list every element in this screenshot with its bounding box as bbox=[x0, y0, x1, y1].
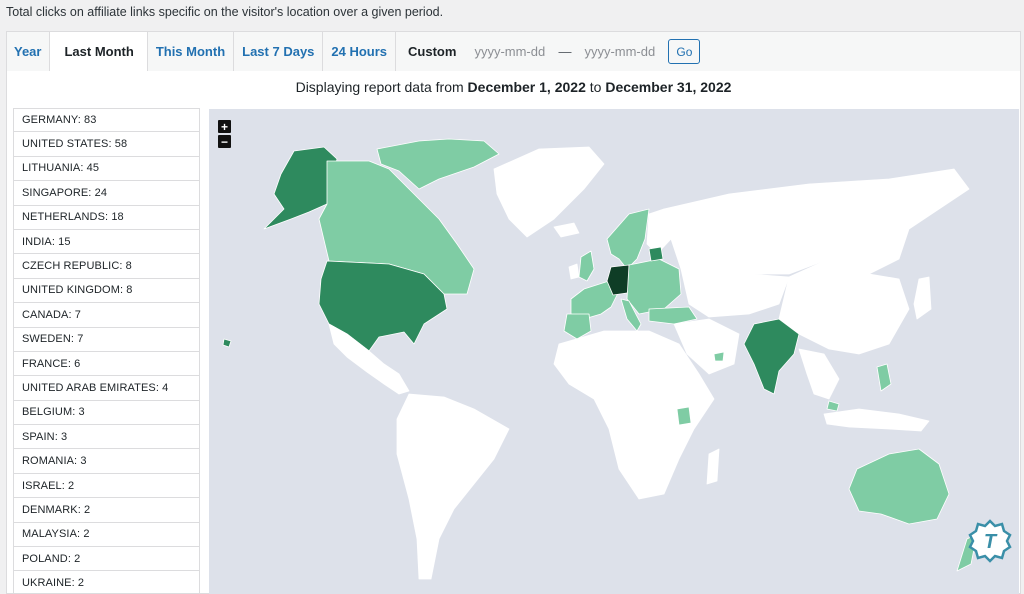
southeast-asia-shape bbox=[798, 348, 840, 400]
report-range-text: Displaying report data from December 1, … bbox=[7, 79, 1020, 95]
japan-shape bbox=[913, 276, 932, 320]
zoom-out-button[interactable]: − bbox=[218, 135, 231, 148]
tab-year[interactable]: Year bbox=[6, 31, 50, 72]
central-asia-shape bbox=[680, 268, 790, 318]
malaysia-shape bbox=[826, 400, 840, 412]
spain-shape bbox=[563, 313, 592, 340]
list-item: GERMANY: 83 bbox=[13, 108, 200, 133]
period-tabs: Year Last Month This Month Last 7 Days 2… bbox=[6, 31, 1021, 72]
list-item: UNITED STATES: 58 bbox=[13, 132, 200, 157]
report-prefix: Displaying report data from bbox=[295, 79, 464, 95]
start-date-input[interactable]: yyyy-mm-dd bbox=[474, 44, 558, 59]
custom-range: yyyy-mm-dd — yyyy-mm-dd Go bbox=[470, 31, 1021, 72]
list-item: BELGIUM: 3 bbox=[13, 400, 200, 426]
list-item: ROMANIA: 3 bbox=[13, 449, 200, 474]
world-map-svg bbox=[222, 138, 978, 580]
date-separator: — bbox=[558, 44, 572, 59]
go-button[interactable]: Go bbox=[668, 39, 701, 64]
report-start-date: December 1, 2022 bbox=[467, 79, 586, 95]
australia-shape bbox=[848, 448, 950, 525]
report-middle: to bbox=[589, 79, 602, 95]
list-item: UNITED ARAB EMIRATES: 4 bbox=[13, 376, 200, 401]
scandinavia-shape bbox=[606, 208, 650, 270]
list-item: SWEDEN: 7 bbox=[13, 327, 200, 352]
greenland-shape bbox=[493, 146, 605, 238]
end-date-input[interactable]: yyyy-mm-dd bbox=[584, 44, 668, 59]
report-end-date: December 31, 2022 bbox=[605, 79, 732, 95]
ireland-shape bbox=[568, 263, 580, 280]
tab-last-month[interactable]: Last Month bbox=[49, 31, 147, 72]
philippines-shape bbox=[876, 363, 892, 392]
south-america-shape bbox=[396, 393, 510, 580]
zoom-in-button[interactable]: + bbox=[218, 120, 231, 133]
world-map[interactable]: + − T bbox=[209, 109, 1019, 594]
list-item: UNITED KINGDOM: 8 bbox=[13, 278, 200, 304]
list-item: SPAIN: 3 bbox=[13, 425, 200, 450]
brand-logo-icon: T bbox=[968, 519, 1012, 563]
eastern-europe-shape bbox=[626, 258, 682, 315]
report-panel: Displaying report data from December 1, … bbox=[6, 71, 1021, 594]
list-item: LITHUANIA: 45 bbox=[13, 156, 200, 182]
svg-text:T: T bbox=[984, 531, 998, 553]
list-item: DENMARK: 2 bbox=[13, 498, 200, 523]
list-item: SINGAPORE: 24 bbox=[13, 181, 200, 206]
lithuania-shape bbox=[648, 246, 664, 262]
list-item: NETHERLANDS: 18 bbox=[13, 205, 200, 230]
tab-24-hours[interactable]: 24 Hours bbox=[322, 31, 396, 72]
madagascar-shape bbox=[706, 448, 720, 485]
list-item: UKRAINE: 2 bbox=[13, 571, 200, 594]
list-item: CANADA: 7 bbox=[13, 303, 200, 328]
tab-custom[interactable]: Custom bbox=[395, 31, 471, 72]
kenya-shape bbox=[676, 406, 692, 426]
tab-last-7-days[interactable]: Last 7 Days bbox=[233, 31, 323, 72]
russia-shape bbox=[663, 168, 970, 280]
uae-shape bbox=[713, 351, 725, 362]
list-item: MALAYSIA: 2 bbox=[13, 522, 200, 548]
list-item: ISRAEL: 2 bbox=[13, 473, 200, 499]
country-list: GERMANY: 83 UNITED STATES: 58 LITHUANIA:… bbox=[13, 108, 200, 594]
list-item: INDIA: 15 bbox=[13, 229, 200, 255]
page-description: Total clicks on affiliate links specific… bbox=[6, 5, 444, 19]
list-item: POLAND: 2 bbox=[13, 547, 200, 572]
hawaii-shape bbox=[222, 338, 232, 348]
iceland-shape bbox=[553, 222, 580, 238]
indonesia-shape bbox=[823, 408, 930, 432]
list-item: FRANCE: 6 bbox=[13, 351, 200, 377]
list-item: CZECH REPUBLIC: 8 bbox=[13, 254, 200, 279]
tab-this-month[interactable]: This Month bbox=[146, 31, 234, 72]
india-shape bbox=[743, 318, 800, 395]
uk-shape bbox=[578, 250, 595, 282]
china-shape bbox=[778, 258, 910, 355]
